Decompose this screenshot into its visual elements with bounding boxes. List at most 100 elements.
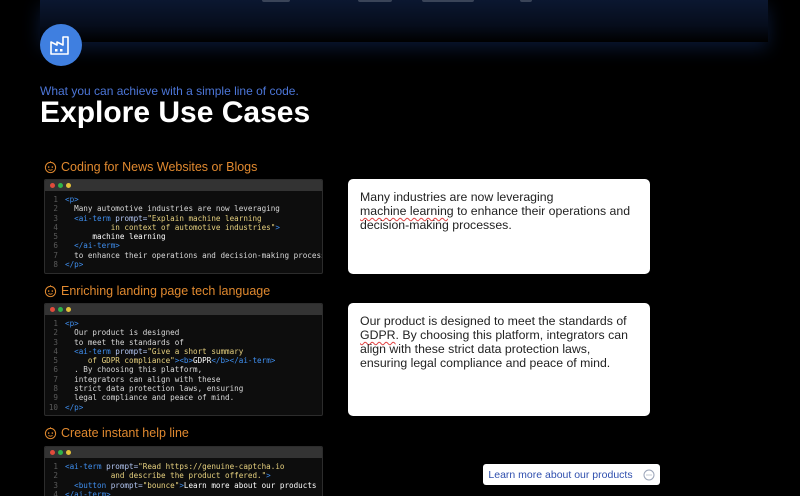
line-number: 5 (53, 232, 58, 242)
use-case-title: Enriching landing page tech language (44, 284, 270, 298)
line-number: 6 (53, 365, 58, 375)
code-body: 1 <p> 2 Many automotive industries are now… (45, 191, 322, 269)
use-case-title-text: Enriching landing page tech language (61, 284, 271, 298)
nav-item-fragment (422, 0, 474, 2)
code-token: <ai-term (65, 213, 116, 223)
preview-card: Many industries are now leveraging machi… (348, 179, 650, 274)
code-text: <button prompt="bounce">Learn more about… (65, 481, 316, 490)
code-text: <ai-term prompt="Read https://genuine-ca… (65, 462, 284, 471)
code-text: <p> (65, 319, 79, 328)
code-text: </p> (65, 403, 83, 412)
code-token: machine learning (65, 232, 166, 242)
code-window-titlebar (45, 447, 322, 458)
top-nav-band (40, 0, 768, 42)
nav-item-fragment (262, 0, 290, 2)
code-window: 1 <p> 2 Many automotive industries are now… (44, 179, 323, 274)
line-number: 4 (53, 346, 58, 356)
code-token: Many automotive industries are now lever… (65, 204, 280, 214)
close-dot-icon (50, 307, 55, 312)
use-case-title-text: Coding for News Websites or Blogs (61, 160, 258, 174)
code-text: in context of automotive industries"> (65, 223, 280, 232)
learn-more-button[interactable]: Learn more about our products (483, 464, 660, 485)
code-line: 1 <p> (45, 319, 322, 328)
code-window-titlebar (45, 180, 322, 191)
code-token: prompt= (110, 480, 143, 490)
code-token: Our product is designed (65, 328, 180, 338)
code-token: prompt= (115, 346, 148, 356)
code-window: 1 <ai-term prompt="Read https://genuine-c… (44, 446, 323, 496)
bot-icon (44, 426, 57, 439)
code-text: </p> (65, 260, 83, 269)
maximize-dot-icon (58, 183, 63, 188)
code-line: 2 and describe the product offered."> (45, 471, 322, 480)
code-body: 1 <ai-term prompt="Read https://genuine-c… (45, 458, 322, 496)
code-token: </p> (65, 260, 84, 270)
code-line: 2 Many automotive industries are now lev… (45, 204, 322, 213)
preview-text: Our product is designed to meet the stan… (360, 314, 627, 328)
line-number: 1 (53, 462, 58, 471)
code-window-titlebar (45, 304, 322, 315)
code-token: . By choosing this platform, (65, 365, 203, 375)
minimize-dot-icon (66, 307, 71, 312)
line-number: 4 (53, 222, 58, 232)
line-number: 3 (53, 213, 58, 223)
code-token: of GDPR compliance" (65, 356, 175, 366)
line-number: 5 (53, 356, 58, 366)
maximize-dot-icon (58, 450, 63, 455)
learn-more-label: Learn more about our products (488, 468, 633, 481)
use-case-title: Create instant help line (44, 426, 189, 440)
code-line: 1 <ai-term prompt="Read https://genuine-c… (45, 462, 322, 471)
bot-icon (44, 284, 57, 297)
use-case-title: Coding for News Websites or Blogs (44, 160, 257, 174)
code-text: legal compliance and peace of mind. (65, 393, 234, 402)
line-number: 3 (53, 337, 58, 347)
chat-bubble-icon (643, 469, 655, 480)
close-dot-icon (50, 450, 55, 455)
code-token: and describe the product offered." (65, 471, 267, 481)
line-number: 3 (53, 480, 58, 490)
code-line: 5 of GDPR compliance"><b>GDPR</b></ai-te… (45, 356, 322, 365)
nav-item-fragment (358, 0, 392, 2)
code-token: <button (65, 480, 111, 490)
preview-card: Our product is designed to meet the stan… (348, 303, 650, 416)
code-text: <p> (65, 195, 79, 204)
code-token: GDPR (193, 356, 212, 366)
code-line: 6 </ai-term> (45, 241, 322, 250)
code-text: Our product is designed (65, 328, 179, 337)
line-number: 4 (53, 489, 58, 496)
code-line: 3 <ai-term prompt="Explain machine learn… (45, 214, 322, 223)
line-number: 2 (53, 471, 58, 481)
code-text: <ai-term prompt="Give a short summary (65, 347, 243, 356)
bot-icon (44, 160, 57, 173)
code-line: 7 to enhance their operations and decisi… (45, 251, 322, 260)
preview-term[interactable]: GDPR (360, 328, 396, 342)
code-text: integrators can align with these (65, 375, 220, 384)
code-token: > (275, 222, 280, 232)
maximize-dot-icon (58, 307, 63, 312)
code-token: </ai-term> (65, 241, 120, 251)
code-text: </ai-term> (65, 490, 111, 496)
line-number: 2 (53, 204, 58, 214)
line-number: 7 (53, 374, 58, 384)
code-text: machine learning (65, 232, 166, 242)
code-text: . By choosing this platform, (65, 365, 202, 374)
code-text: and describe the product offered."> (65, 471, 271, 480)
line-number: 9 (53, 393, 58, 403)
code-line: 6 . By choosing this platform, (45, 365, 322, 374)
code-token: integrators can align with these (65, 374, 221, 384)
code-text: </ai-term> (65, 241, 120, 250)
code-token: <ai-term (65, 346, 116, 356)
minimize-dot-icon (66, 183, 71, 188)
line-number: 8 (53, 260, 58, 270)
code-line: 1 <p> (45, 195, 322, 204)
code-line: 4 <ai-term prompt="Give a short summary (45, 347, 322, 356)
code-line: 3 <button prompt="bounce">Learn more abo… (45, 481, 322, 490)
code-text: of GDPR compliance"><b>GDPR</b></ai-term… (65, 356, 276, 366)
code-text: strict data protection laws, ensuring (65, 384, 243, 393)
preview-term[interactable]: machine learning (360, 204, 454, 218)
code-line: 10 </p> (45, 403, 322, 412)
code-line: 8 strict data protection laws, ensuring (45, 384, 322, 393)
line-number: 7 (53, 250, 58, 260)
code-token: "Explain machine learning (147, 213, 262, 223)
code-token: strict data protection laws, ensuring (65, 384, 244, 394)
